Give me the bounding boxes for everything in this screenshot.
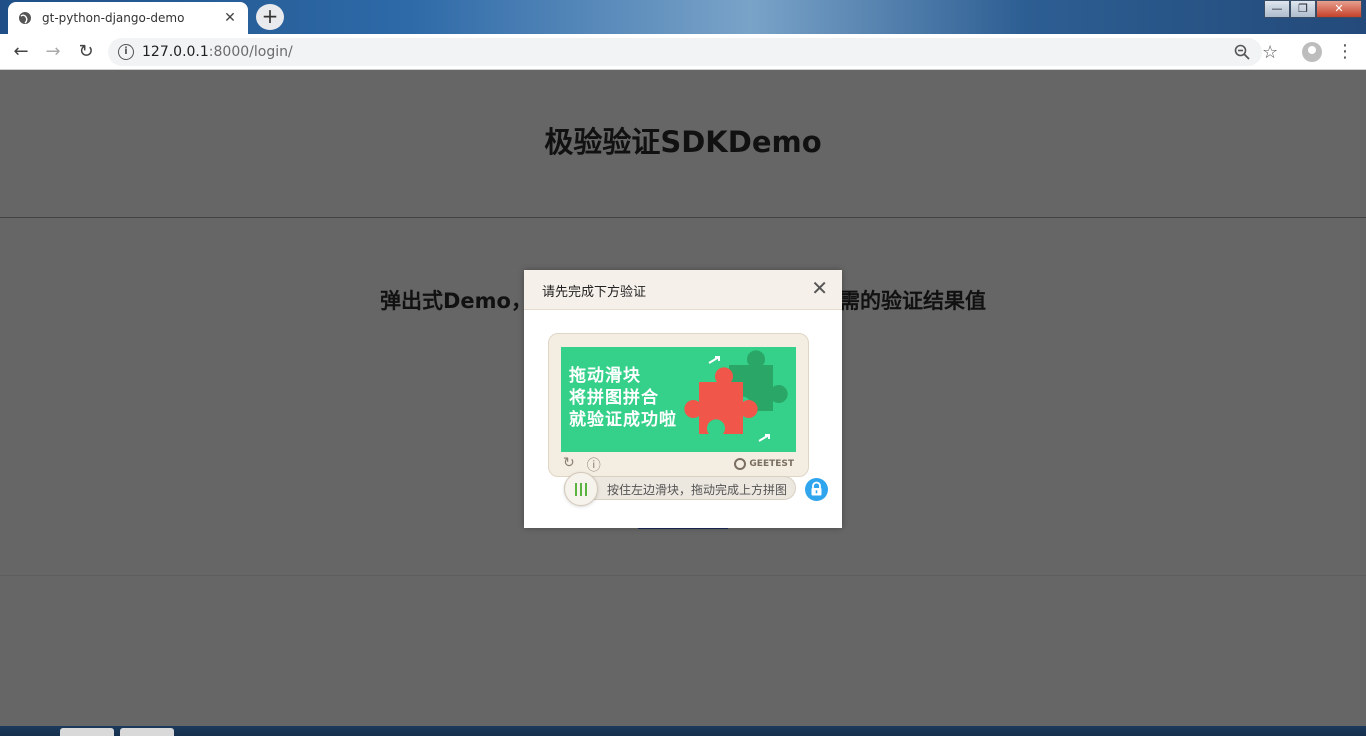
close-icon[interactable]: ✕ [811,278,828,298]
modal-title: 请先完成下方验证 [542,285,647,300]
info-icon[interactable]: i [118,44,134,60]
new-tab-button[interactable]: + [256,4,284,30]
url-host: 127.0.0.1 [142,44,209,60]
window-close-button[interactable]: ✕ [1316,0,1362,18]
maximize-button[interactable]: ❐ [1290,0,1316,18]
os-taskbar [0,726,1366,736]
captcha-panel: 拖动滑块 将拼图拼合 就验证成功啦 ↻ ⓘ GEETEST [548,333,809,477]
more-menu-icon[interactable]: ⋮ [1336,41,1354,62]
feedback-icon[interactable]: ⓘ [587,455,601,475]
taskbar-app[interactable] [120,728,174,736]
globe-icon [19,12,31,24]
browser-tab-active[interactable]: gt-python-django-demo ✕ [8,2,248,34]
minimize-button[interactable]: — [1264,0,1290,18]
slider-handle[interactable] [564,472,598,506]
grip-icon [575,483,589,496]
slider-hint: 按住左边滑块，拖动完成上方拼图 [607,483,788,497]
subheading-right: 需的验证结果值 [839,289,986,313]
browser-tab-strip: gt-python-django-demo ✕ + — ❐ ✕ [0,0,1366,34]
browser-toolbar: ← → ↻ i 127.0.0.1:8000/login/ ☆ ⋮ [0,34,1366,70]
zoom-icon[interactable] [1234,44,1250,60]
puzzle-line-3: 就验证成功啦 [569,410,677,430]
page-title: 极验验证SDKDemo [544,125,822,159]
divider [0,217,1366,218]
window-controls: — ❐ ✕ [1264,0,1362,19]
geetest-logo-icon [734,458,747,470]
puzzle-line-1: 拖动滑块 [569,366,641,386]
puzzle-line-2: 将拼图拼合 [569,388,659,408]
tab-title: gt-python-django-demo [42,11,185,25]
subheading-left: 弹出式Demo， [380,289,532,313]
forward-icon[interactable]: → [40,40,66,64]
puzzle-image: 拖动滑块 将拼图拼合 就验证成功啦 [561,347,796,452]
captcha-modal: 请先完成下方验证 ✕ 拖动滑块 将拼图拼合 就验证成功啦 ↻ ⓘ GEETEST [524,270,842,528]
slider-track[interactable]: 按住左边滑块，拖动完成上方拼图 [564,476,796,500]
puzzle-pieces-icon [684,350,788,442]
geetest-brand: GEETEST [749,459,794,469]
url-path: :8000/login/ [208,44,293,60]
refresh-icon[interactable]: ↻ [563,455,575,475]
bookmark-star-icon[interactable]: ☆ [1262,42,1278,63]
lock-icon [805,478,828,501]
reload-icon[interactable]: ↻ [73,40,99,64]
profile-avatar-icon[interactable] [1302,42,1322,62]
tab-close-icon[interactable]: ✕ [222,10,238,26]
divider [0,575,1366,576]
taskbar-app[interactable] [60,728,114,736]
back-icon[interactable]: ← [8,40,34,64]
geetest-logo: GEETEST [734,458,794,470]
address-bar[interactable]: i 127.0.0.1:8000/login/ [108,38,1262,66]
modal-header: 请先完成下方验证 ✕ [524,270,842,310]
puzzle-instructions: 拖动滑块 将拼图拼合 就验证成功啦 [569,365,677,431]
